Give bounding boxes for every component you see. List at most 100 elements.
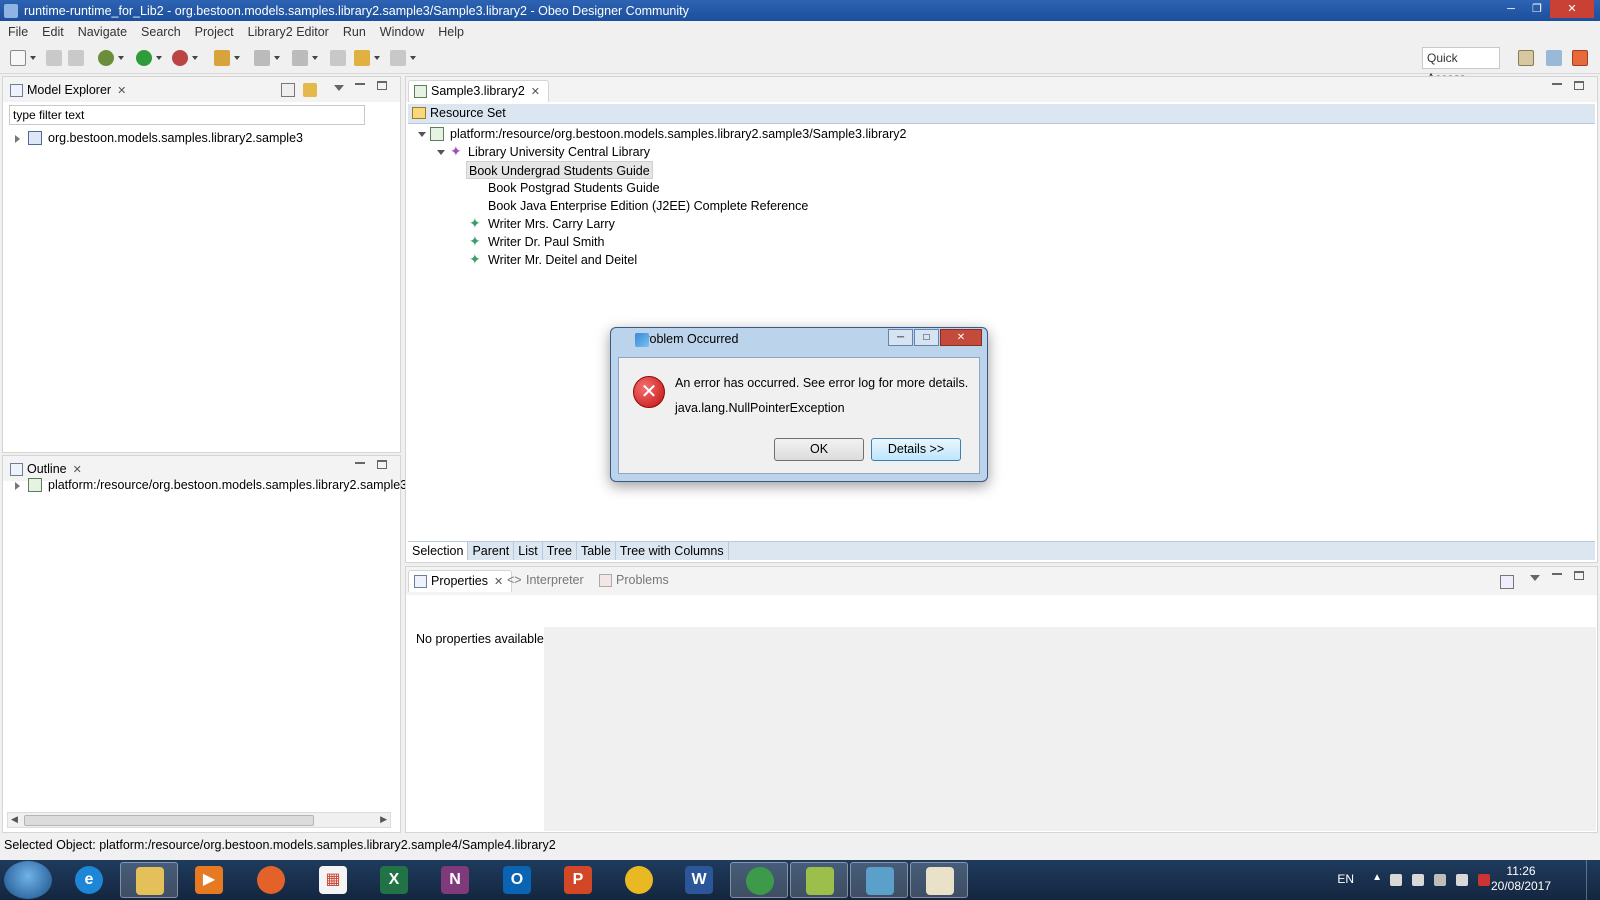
- tab-tree[interactable]: Tree: [543, 542, 577, 560]
- tab-interpreter[interactable]: <> Interpreter: [504, 570, 592, 592]
- run-dropdown-icon[interactable]: [156, 56, 162, 60]
- taskbar-file-explorer[interactable]: [120, 862, 178, 898]
- tab-sample3-library2[interactable]: Sample3.library2 ✕: [408, 80, 550, 102]
- minimize-view-button[interactable]: [1552, 573, 1562, 575]
- menu-help[interactable]: Help: [438, 25, 464, 39]
- menu-run[interactable]: Run: [343, 25, 366, 39]
- build-icon[interactable]: [214, 50, 230, 66]
- dialog-maximize-button[interactable]: □: [914, 329, 939, 346]
- tree-item-library[interactable]: Library University Central Library: [468, 143, 650, 161]
- dialog-minimize-button[interactable]: ─: [888, 329, 913, 346]
- scroll-right-icon[interactable]: ▶: [380, 814, 387, 825]
- open-perspective-icon[interactable]: [1518, 50, 1534, 66]
- taskbar-media-player[interactable]: ▶: [180, 862, 238, 898]
- maximize-view-button[interactable]: [377, 81, 387, 90]
- tab-model-explorer[interactable]: Model Explorer ✕: [5, 80, 134, 102]
- taskbar-paint[interactable]: [910, 862, 968, 898]
- ok-button[interactable]: OK: [774, 438, 864, 461]
- tab-tree-with-columns[interactable]: Tree with Columns: [616, 542, 729, 560]
- filter-input[interactable]: type filter text: [9, 105, 365, 125]
- tree-item-project[interactable]: org.bestoon.models.samples.library2.samp…: [48, 129, 303, 147]
- volume-icon[interactable]: [1456, 874, 1468, 886]
- save-all-icon[interactable]: [68, 50, 84, 66]
- tree-item-book[interactable]: Book Java Enterprise Edition (J2EE) Comp…: [488, 197, 808, 215]
- build-dropdown-icon[interactable]: [234, 56, 240, 60]
- back-icon[interactable]: [354, 50, 370, 66]
- tab-properties[interactable]: Properties ✕: [408, 570, 513, 592]
- minimize-button[interactable]: ─: [1498, 0, 1524, 18]
- next-annotation-icon[interactable]: [254, 50, 270, 66]
- scrollbar-thumb[interactable]: [24, 815, 314, 826]
- taskbar-chrome-window[interactable]: [730, 862, 788, 898]
- details-button[interactable]: Details >>: [871, 438, 961, 461]
- tree-item-writer[interactable]: Writer Mr. Deitel and Deitel: [488, 251, 637, 269]
- new-icon[interactable]: [10, 50, 26, 66]
- taskbar-obeo-designer[interactable]: [850, 862, 908, 898]
- dialog-close-button[interactable]: ✕: [940, 329, 982, 346]
- back-dropdown-icon[interactable]: [374, 56, 380, 60]
- debug-dropdown-icon[interactable]: [118, 56, 124, 60]
- usb-icon[interactable]: [1412, 874, 1424, 886]
- horizontal-scrollbar[interactable]: ◀ ▶: [7, 812, 391, 828]
- menu-project[interactable]: Project: [195, 25, 234, 39]
- scroll-left-icon[interactable]: ◀: [11, 814, 18, 825]
- forward-dropdown-icon[interactable]: [410, 56, 416, 60]
- clock[interactable]: 11:26 20/08/2017: [1486, 864, 1556, 894]
- expand-twisty-icon[interactable]: [15, 482, 20, 490]
- close-tab-icon[interactable]: ✕: [73, 464, 82, 476]
- previous-annotation-dropdown-icon[interactable]: [312, 56, 318, 60]
- save-icon[interactable]: [46, 50, 62, 66]
- minimize-view-button[interactable]: [355, 83, 365, 85]
- menu-search[interactable]: Search: [141, 25, 181, 39]
- taskbar-outlook[interactable]: O: [488, 862, 546, 898]
- taskbar-chrome[interactable]: [610, 862, 668, 898]
- taskbar-app-grid[interactable]: ▦: [304, 862, 362, 898]
- menu-library2-editor[interactable]: Library2 Editor: [248, 25, 329, 39]
- previous-annotation-icon[interactable]: [292, 50, 308, 66]
- close-tab-icon[interactable]: ✕: [531, 86, 540, 98]
- last-edit-location-icon[interactable]: [330, 50, 346, 66]
- run-icon[interactable]: [136, 50, 152, 66]
- view-menu-icon[interactable]: [1530, 575, 1540, 581]
- collapse-all-icon[interactable]: [281, 83, 295, 97]
- taskbar-powerpoint[interactable]: P: [549, 862, 607, 898]
- language-indicator[interactable]: EN: [1337, 872, 1354, 886]
- tab-table[interactable]: Table: [577, 542, 616, 560]
- view-menu-icon[interactable]: [334, 85, 344, 91]
- debug-icon[interactable]: [98, 50, 114, 66]
- maximize-view-button[interactable]: [377, 460, 387, 469]
- tab-list[interactable]: List: [514, 542, 543, 560]
- close-tab-icon[interactable]: ✕: [494, 576, 503, 588]
- minimize-editor-button[interactable]: [1552, 83, 1562, 85]
- tree-item-book[interactable]: Book Postgrad Students Guide: [488, 179, 660, 197]
- tree-item-book[interactable]: Book Undergrad Students Guide: [466, 161, 653, 179]
- menu-edit[interactable]: Edit: [42, 25, 64, 39]
- perspective-modeling-icon[interactable]: [1572, 50, 1588, 66]
- external-tools-dropdown-icon[interactable]: [192, 56, 198, 60]
- tree-item-writer[interactable]: Writer Mrs. Carry Larry: [488, 215, 615, 233]
- show-desktop-button[interactable]: [1586, 860, 1600, 900]
- restore-button[interactable]: ❐: [1524, 0, 1550, 18]
- perspective-java-icon[interactable]: [1546, 50, 1562, 66]
- start-button[interactable]: [4, 861, 52, 899]
- tree-item-resource[interactable]: platform:/resource/org.bestoon.models.sa…: [450, 125, 906, 143]
- collapse-twisty-icon[interactable]: [418, 132, 426, 137]
- close-button[interactable]: ✕: [1550, 0, 1594, 18]
- maximize-view-button[interactable]: [1574, 571, 1584, 580]
- action-center-icon[interactable]: [1390, 874, 1402, 886]
- network-icon[interactable]: [1434, 874, 1446, 886]
- tab-problems[interactable]: Problems: [594, 570, 677, 592]
- menu-navigate[interactable]: Navigate: [78, 25, 127, 39]
- taskbar-onenote[interactable]: N: [426, 862, 484, 898]
- close-tab-icon[interactable]: ✕: [117, 85, 126, 97]
- minimize-view-button[interactable]: [355, 462, 365, 464]
- forward-icon[interactable]: [390, 50, 406, 66]
- taskbar-word[interactable]: W: [670, 862, 728, 898]
- taskbar-firefox[interactable]: [242, 862, 300, 898]
- external-tools-icon[interactable]: [172, 50, 188, 66]
- link-with-editor-icon[interactable]: [303, 83, 317, 97]
- tree-item-writer[interactable]: Writer Dr. Paul Smith: [488, 233, 604, 251]
- taskbar-internet-explorer[interactable]: e: [60, 862, 118, 898]
- menu-window[interactable]: Window: [380, 25, 424, 39]
- pin-icon[interactable]: [1500, 575, 1514, 589]
